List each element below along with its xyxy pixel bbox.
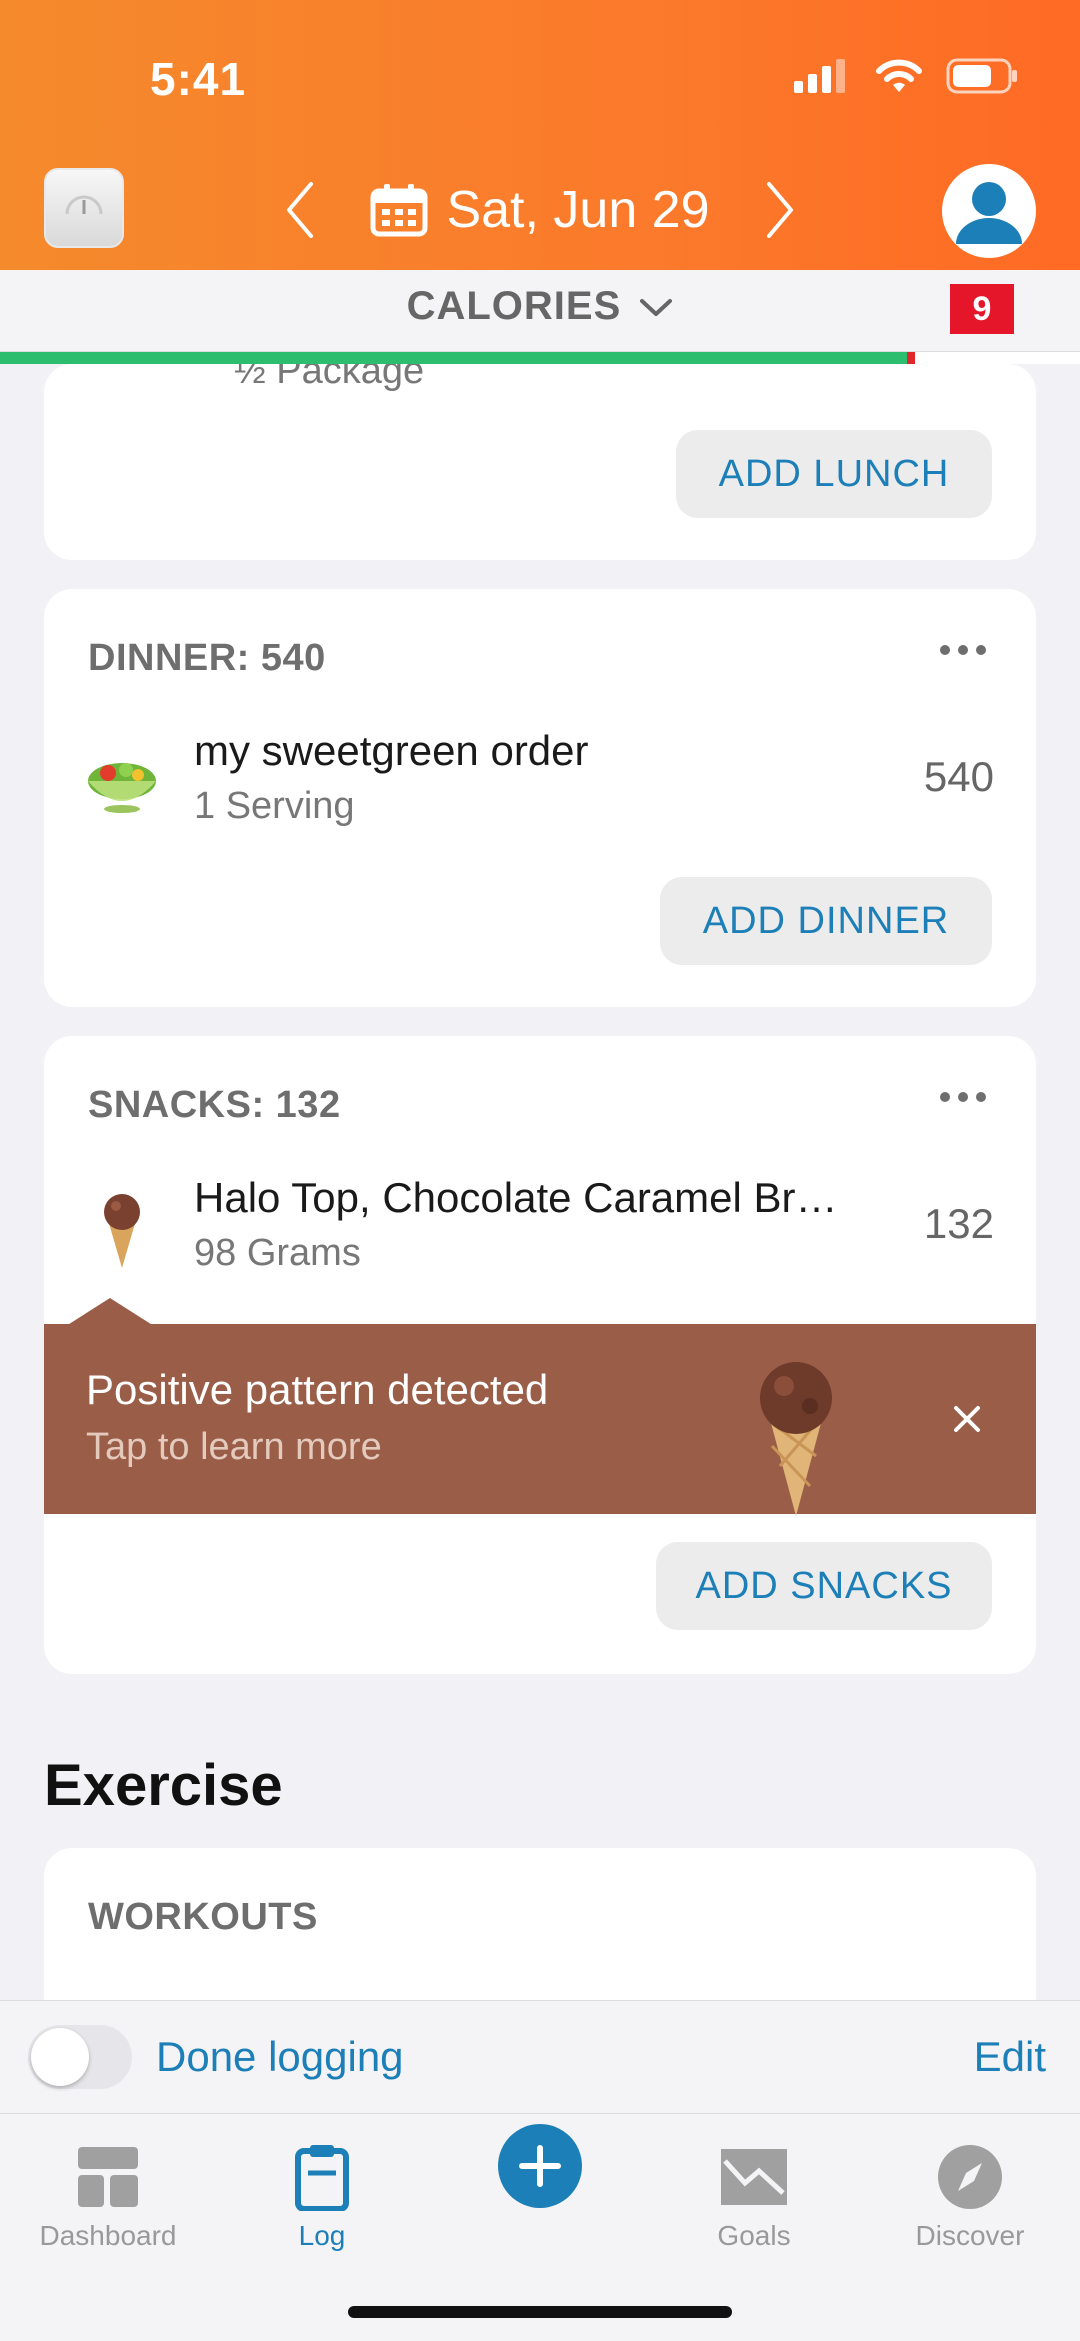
- done-logging-bar: Done logging Edit: [0, 2000, 1080, 2114]
- goals-chart-icon: [721, 2149, 787, 2205]
- weigh-in-scale-button[interactable]: [44, 168, 124, 248]
- dinner-card: DINNER: 540 my sweetgreen order 1 Servin…: [44, 589, 1036, 1007]
- add-snacks-button[interactable]: ADD SNACKS: [656, 1542, 992, 1630]
- tab-log[interactable]: Log: [222, 2132, 422, 2272]
- food-quantity: 1 Serving: [194, 785, 355, 827]
- calories-over-marker: [907, 352, 915, 364]
- insight-pointer: [66, 1298, 154, 1326]
- profile-avatar-button[interactable]: [942, 164, 1036, 258]
- food-quantity: 98 Grams: [194, 1232, 361, 1274]
- edit-button[interactable]: Edit: [974, 2033, 1046, 2081]
- exercise-section-title: Exercise: [44, 1753, 283, 1818]
- tab-dashboard[interactable]: Dashboard: [8, 2132, 208, 2272]
- insight-subtitle: Tap to learn more: [86, 1426, 382, 1468]
- cellular-signal-icon: [794, 59, 845, 93]
- calories-label: CALORIES: [406, 284, 622, 328]
- food-item-row[interactable]: my sweetgreen order 1 Serving 540: [44, 723, 1036, 833]
- snacks-more-button[interactable]: [940, 1092, 986, 1102]
- next-day-button[interactable]: [750, 170, 810, 250]
- lunch-card: ½ Package ADD LUNCH: [44, 364, 1036, 560]
- snacks-title: SNACKS: 132: [88, 1084, 341, 1126]
- tab-label: Dashboard: [39, 2220, 177, 2251]
- chevron-down-icon: [640, 299, 673, 317]
- food-name: Halo Top, Chocolate Caramel Br…: [194, 1174, 838, 1221]
- calories-over-badge: 9: [950, 284, 1014, 334]
- done-logging-toggle[interactable]: [28, 2025, 132, 2089]
- toggle-knob: [31, 2028, 89, 2086]
- food-name: my sweetgreen order: [194, 727, 589, 774]
- log-clipboard-icon: [295, 2145, 349, 2211]
- ice-cream-illustration-icon: [760, 1362, 832, 1516]
- quick-add-button[interactable]: [498, 2124, 582, 2208]
- lunch-partial-item-qty: ½ Package: [234, 364, 425, 392]
- calories-progress-fill: [0, 352, 907, 364]
- done-logging-label: Done logging: [156, 2033, 404, 2080]
- insight-title: Positive pattern detected: [86, 1366, 549, 1413]
- date-navigator: Sat, Jun 29: [270, 165, 810, 255]
- add-lunch-button[interactable]: ADD LUNCH: [676, 430, 992, 518]
- status-icons: [792, 58, 1018, 94]
- status-time: 5:41: [150, 53, 247, 105]
- user-avatar-icon: [956, 182, 1022, 244]
- chevron-right-icon: [766, 182, 793, 238]
- compass-icon: [938, 2145, 1002, 2209]
- calories-progress-bar: [0, 352, 1080, 364]
- tab-label: Goals: [717, 2220, 791, 2251]
- chevron-left-icon: [287, 182, 313, 238]
- tab-label: Discover: [915, 2220, 1025, 2251]
- battery-icon: [946, 58, 1017, 94]
- previous-day-button[interactable]: [270, 170, 330, 250]
- calories-summary-strip[interactable]: CALORIES 9: [0, 270, 1080, 352]
- salad-bowl-icon: [88, 763, 156, 813]
- plus-icon: [519, 2145, 561, 2187]
- workouts-title: WORKOUTS: [88, 1896, 318, 1938]
- current-date: Sat, Jun 29: [446, 181, 710, 239]
- calendar-icon: [370, 184, 428, 237]
- food-calories: 540: [923, 753, 994, 800]
- date-picker-button[interactable]: Sat, Jun 29: [370, 180, 710, 240]
- tab-goals[interactable]: Goals: [654, 2132, 854, 2272]
- dinner-title: DINNER: 540: [88, 637, 326, 679]
- wifi-icon: [876, 59, 922, 92]
- dashboard-icon: [78, 2147, 138, 2207]
- food-item-row[interactable]: Halo Top, Chocolate Caramel Br… 98 Grams…: [44, 1170, 1036, 1280]
- food-calories: 132: [923, 1200, 994, 1247]
- dinner-more-button[interactable]: [940, 645, 986, 655]
- home-indicator: [348, 2306, 732, 2318]
- ice-cream-cone-icon: [104, 1194, 140, 1268]
- scale-icon: [65, 195, 103, 215]
- tab-label: Log: [298, 2220, 346, 2251]
- add-dinner-button[interactable]: ADD DINNER: [660, 877, 992, 965]
- calories-dropdown[interactable]: CALORIES: [0, 284, 1080, 329]
- close-icon: [954, 1406, 980, 1432]
- tab-discover[interactable]: Discover: [870, 2132, 1070, 2272]
- app-header: 5:41 Sat, Jun 29: [0, 0, 1080, 270]
- close-insight-button[interactable]: [944, 1396, 990, 1442]
- positive-pattern-banner[interactable]: Positive pattern detected Tap to learn m…: [44, 1324, 1036, 1516]
